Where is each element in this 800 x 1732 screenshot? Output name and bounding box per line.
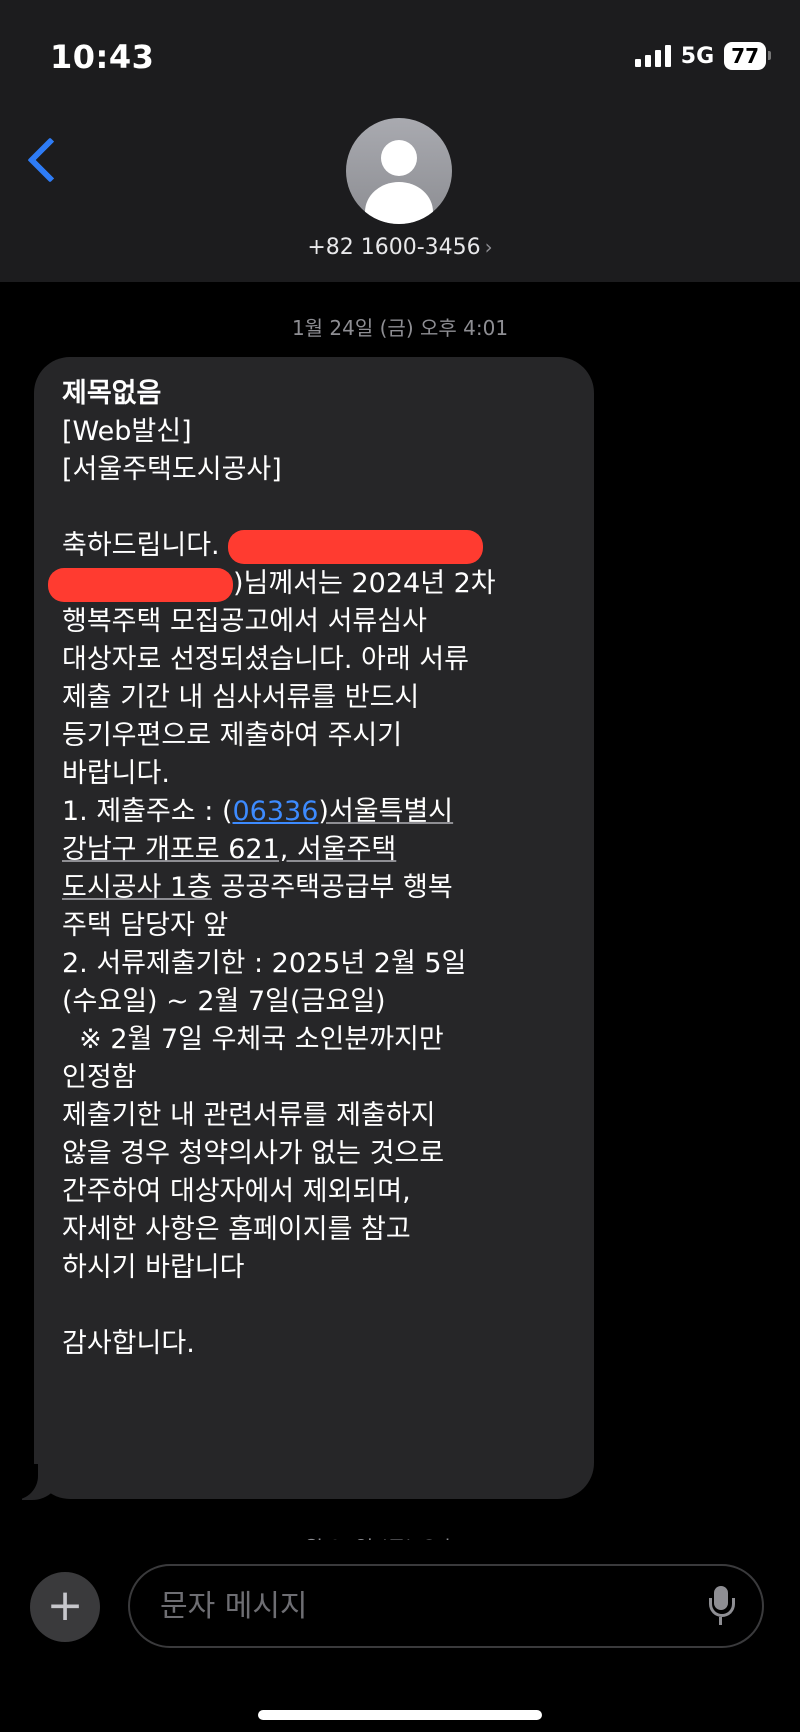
microphone-icon[interactable] [708, 1586, 735, 1626]
message-bubble[interactable]: 제목없음 [Web발신] [서울주택도시공사] 축하드립니다. )님께서는 20… [34, 357, 594, 1499]
address-link[interactable]: )서울특별시 [318, 796, 453, 827]
message-input[interactable] [158, 1587, 708, 1625]
person-icon [381, 140, 417, 176]
message-title: 제목없음 [62, 378, 162, 409]
postal-code-link[interactable]: 06336 [233, 796, 319, 827]
redaction-mark [228, 529, 484, 564]
conversation-header: 10:43 5G 77 +82 1600-3456 › [0, 0, 800, 282]
plus-icon[interactable]: + [30, 1572, 100, 1642]
signal-icon [634, 45, 671, 67]
address-link[interactable]: 도시공사 1층 [62, 872, 212, 903]
home-indicator [258, 1710, 542, 1720]
message-text: 제목없음 [Web발신] [서울주택도시공사] 축하드립니다. )님께서는 20… [48, 375, 568, 1363]
status-time: 10:43 [50, 38, 155, 76]
network-type: 5G [680, 43, 715, 69]
status-indicators: 5G 77 [634, 42, 771, 70]
message-timestamp: 1월 24일 (금) 오후 4:01 [291, 316, 509, 340]
contact-name[interactable]: +82 1600-3456 › [0, 235, 800, 260]
message-field[interactable] [128, 1564, 764, 1648]
chevron-left-icon[interactable] [27, 137, 73, 183]
compose-bar: + [0, 1540, 800, 1732]
battery-icon: 77 [724, 42, 771, 70]
redaction-mark [48, 567, 233, 602]
address-link[interactable]: 강남구 개포로 621, 서울주택 [62, 834, 396, 865]
avatar[interactable] [346, 118, 452, 224]
chevron-right-icon: › [484, 235, 493, 259]
